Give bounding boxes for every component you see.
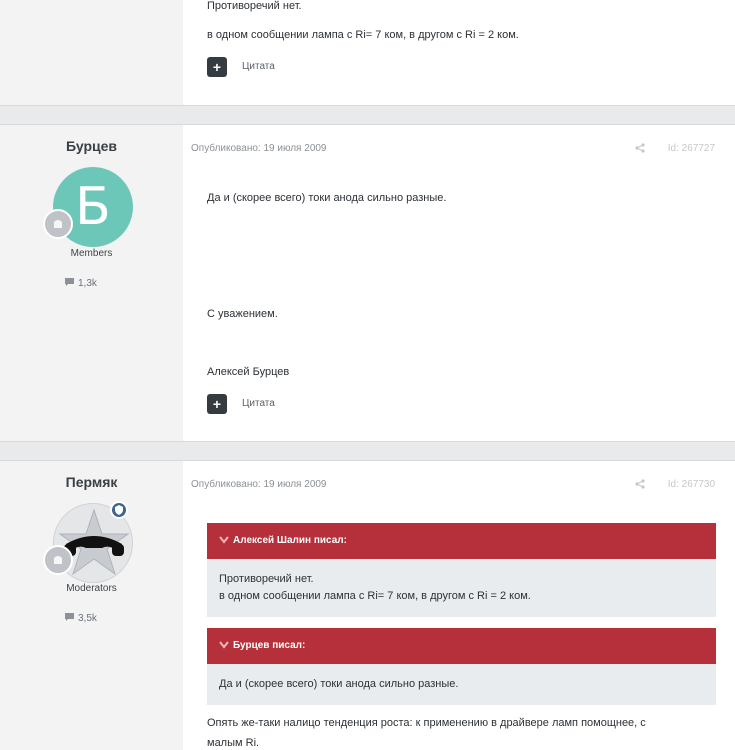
- post-text-line: Противоречий нет.: [207, 0, 302, 12]
- quote-header[interactable]: Бурцев писал:: [207, 628, 716, 664]
- quote-line: в одном сообщении лампа с Ri= 7 ком, в д…: [219, 590, 531, 602]
- post-date[interactable]: Опубликовано: 19 июля 2009: [191, 479, 327, 490]
- author-panel: Бурцев Б Members 1,3k: [0, 125, 183, 441]
- author-group: Members: [70, 248, 113, 259]
- quote-author: Бурцев писал:: [233, 640, 306, 651]
- quote-button[interactable]: +: [207, 57, 227, 77]
- post-text-line: Алексей Бурцев: [207, 366, 290, 378]
- rank-badge-icon: [43, 545, 73, 575]
- post-content: Опубликовано: 19 июля 2009 Id: 267730 Ал…: [183, 461, 735, 750]
- share-icon[interactable]: [635, 143, 645, 156]
- quote-body: Да и (скорее всего) токи анода сильно ра…: [207, 664, 716, 705]
- post-3: Пермяк Moderators 3,5k Опубликовано: 19 …: [0, 460, 735, 750]
- chevron-down-icon: [219, 536, 229, 544]
- author-name[interactable]: Бурцев: [0, 138, 183, 154]
- quote-label[interactable]: Цитата: [242, 398, 275, 409]
- author-panel: [0, 0, 183, 105]
- post-content: Противоречий нет. в одном сообщении ламп…: [183, 0, 735, 105]
- post-text-line: С уважением.: [207, 308, 278, 320]
- post-text-line: Да и (скорее всего) токи анода сильно ра…: [207, 192, 447, 204]
- comment-icon: [65, 278, 74, 286]
- author-name[interactable]: Пермяк: [0, 474, 183, 490]
- post-text-line: в одном сообщении лампа с Ri= 7 ком, в д…: [207, 29, 519, 41]
- quote-line: Да и (скорее всего) токи анода сильно ра…: [219, 678, 459, 690]
- author-group: Moderators: [66, 583, 117, 594]
- quote-header[interactable]: Алексей Шалин писал:: [207, 523, 716, 559]
- author-panel: Пермяк Moderators 3,5k: [0, 461, 183, 750]
- moderator-shield-icon: [110, 501, 128, 519]
- rank-badge-icon: [43, 209, 73, 239]
- post-count: 1,3k: [64, 277, 97, 289]
- post-count-value: 1,3k: [78, 278, 97, 289]
- quote-block: Алексей Шалин писал: Противоречий нет. в…: [207, 523, 716, 617]
- quote-label[interactable]: Цитата: [242, 61, 275, 72]
- share-icon[interactable]: [635, 479, 645, 492]
- post-text-line: малым Ri.: [207, 737, 260, 749]
- post-1: Противоречий нет. в одном сообщении ламп…: [0, 0, 735, 106]
- quote-body: Противоречий нет. в одном сообщении ламп…: [207, 559, 716, 617]
- quote-button[interactable]: +: [207, 394, 227, 414]
- post-content: Опубликовано: 19 июля 2009 Id: 267727 Да…: [183, 125, 735, 441]
- quote-block: Бурцев писал: Да и (скорее всего) токи а…: [207, 628, 716, 705]
- quote-author: Алексей Шалин писал:: [233, 535, 347, 546]
- post-count: 3,5k: [64, 612, 97, 624]
- quote-line: Противоречий нет.: [219, 573, 314, 585]
- post-id: Id: 267730: [667, 479, 715, 490]
- post-count-value: 3,5k: [78, 613, 97, 624]
- post-date[interactable]: Опубликовано: 19 июля 2009: [191, 143, 327, 154]
- comment-icon: [65, 613, 74, 621]
- post-id: Id: 267727: [667, 143, 715, 154]
- chevron-down-icon: [219, 641, 229, 649]
- post-2: Бурцев Б Members 1,3k Опубликовано: 19 и…: [0, 124, 735, 442]
- post-text-line: Опять же-таки налицо тенденция роста: к …: [207, 717, 646, 729]
